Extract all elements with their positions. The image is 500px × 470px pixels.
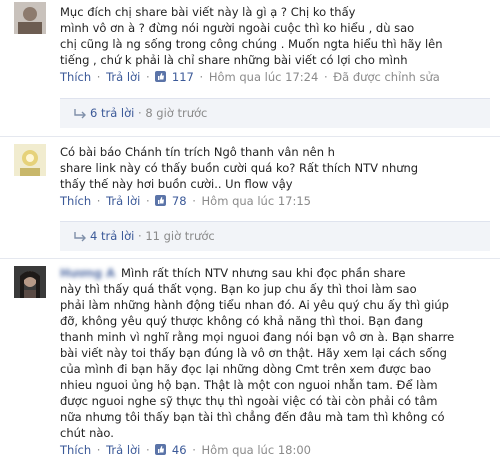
separator: · xyxy=(96,443,101,457)
comment-actions: Thích · Trả lời · 46 · Hôm qua lúc 18:00 xyxy=(60,442,490,458)
comment-line: đỡ, không yêu quý thược không có khả năn… xyxy=(60,314,424,328)
reply-link[interactable]: Trả lời xyxy=(106,70,140,84)
reply-arrow-icon xyxy=(74,109,86,119)
separator: · xyxy=(323,70,328,84)
separator: · xyxy=(145,194,150,208)
comment-line: tiếng , chứ k phải là chỉ share những bà… xyxy=(60,53,408,67)
divider xyxy=(0,258,500,259)
comment-line: share link này có thấy buồn cười quá ko?… xyxy=(60,161,419,175)
timestamp[interactable]: Hôm qua lúc 17:24 xyxy=(209,70,318,84)
replies-count[interactable]: 4 trả lời xyxy=(90,229,134,243)
avatar[interactable] xyxy=(14,144,46,176)
comment-line: chút nào. xyxy=(60,426,114,440)
comment-line: thấy thế này hơi buồn cười.. Un flow vậy xyxy=(60,177,293,191)
comment-line: này thì thấy quá thất vọng. Bạn ko jup c… xyxy=(60,282,417,296)
replies-bar[interactable]: 6 trả lời · 8 giờ trước xyxy=(60,98,490,128)
comment-line: mình vô ơn à ? đừng nói người ngoài cuộc… xyxy=(60,21,415,35)
timestamp[interactable]: Hôm qua lúc 18:00 xyxy=(202,443,311,457)
separator: · xyxy=(138,106,142,120)
comment-line: bài viết này toi thấy bạn đúng là vô ơn … xyxy=(60,346,447,360)
edited-label: Đã được chỉnh sửa xyxy=(333,70,440,84)
comment-line: của mình đi bạn hãy đọc lại những dòng C… xyxy=(60,362,432,376)
like-count[interactable]: 46 xyxy=(172,443,187,457)
separator: · xyxy=(145,70,150,84)
reply-arrow-icon xyxy=(74,232,86,242)
separator: · xyxy=(192,443,196,457)
comment-line: Có bài báo Chánh tín trích Ngô thanh vân… xyxy=(60,145,335,159)
comment-line: Mục đích chị share bài viết này là gì ạ … xyxy=(60,5,356,19)
thumbs-up-icon xyxy=(155,444,167,455)
like-count[interactable]: 117 xyxy=(172,70,194,84)
like-link[interactable]: Thích xyxy=(60,194,91,208)
replies-bar[interactable]: 4 trả lời · 11 giờ trước xyxy=(60,221,490,251)
comment-body: Có bài báo Chánh tín trích Ngô thanh vân… xyxy=(60,144,490,209)
like-link[interactable]: Thích xyxy=(60,70,91,84)
separator: · xyxy=(192,194,196,208)
reply-link[interactable]: Trả lời xyxy=(106,443,140,457)
timestamp[interactable]: Hôm qua lúc 17:15 xyxy=(202,194,311,208)
like-count[interactable]: 78 xyxy=(172,194,187,208)
avatar[interactable] xyxy=(14,2,46,34)
author-name[interactable]: Hương A xyxy=(60,265,115,281)
comment-body: Hương A Mình rất thích NTV nhưng sau khi … xyxy=(60,265,490,458)
thumbs-up-icon xyxy=(155,71,167,82)
replies-count-link[interactable]: 4 trả lời · 11 giờ trước xyxy=(90,229,215,243)
comment-line: Hương A Mình rất thích NTV nhưng sau khi … xyxy=(60,265,490,281)
comment-line: nữa nhưng tôi thấy bạn tài thì chẳng đến… xyxy=(60,410,445,424)
divider xyxy=(0,136,500,137)
separator: · xyxy=(199,70,204,84)
avatar[interactable] xyxy=(14,266,46,298)
reply-link[interactable]: Trả lời xyxy=(106,194,140,208)
comment-line: được nguoi nghe sỹ thực thụ thì ngoài vi… xyxy=(60,394,438,408)
like-link[interactable]: Thích xyxy=(60,443,91,457)
separator: · xyxy=(138,229,142,243)
replies-count-link[interactable]: 6 trả lời · 8 giờ trước xyxy=(90,106,207,120)
comment-line: thanh minh vì nghĩ rằng mọi nguoi đang n… xyxy=(60,330,455,344)
comment-actions: Thích · Trả lời · 117 · Hôm qua lúc 17:2… xyxy=(60,69,490,85)
comment-body: Mục đích chị share bài viết này là gì ạ … xyxy=(60,4,490,85)
replies-time: 8 giờ trước xyxy=(145,106,208,120)
comment-text: Mình rất thích NTV nhưng sau khi đọc phầ… xyxy=(121,266,406,280)
comment-actions: Thích · Trả lời · 78 · Hôm qua lúc 17:15 xyxy=(60,193,490,209)
comment-line: nhieu nguoi ủng hộ bạn. Thật là một con … xyxy=(60,378,438,392)
separator: · xyxy=(145,443,150,457)
separator: · xyxy=(96,194,101,208)
comment-line: phải làm những hành động tiểu nhan đó. A… xyxy=(60,298,449,312)
thumbs-up-icon xyxy=(155,195,167,206)
separator: · xyxy=(96,70,101,84)
comment-line: chị cũng là ng sống trong công chúng . M… xyxy=(60,37,443,51)
replies-time: 11 giờ trước xyxy=(145,229,215,243)
replies-count[interactable]: 6 trả lời xyxy=(90,106,134,120)
